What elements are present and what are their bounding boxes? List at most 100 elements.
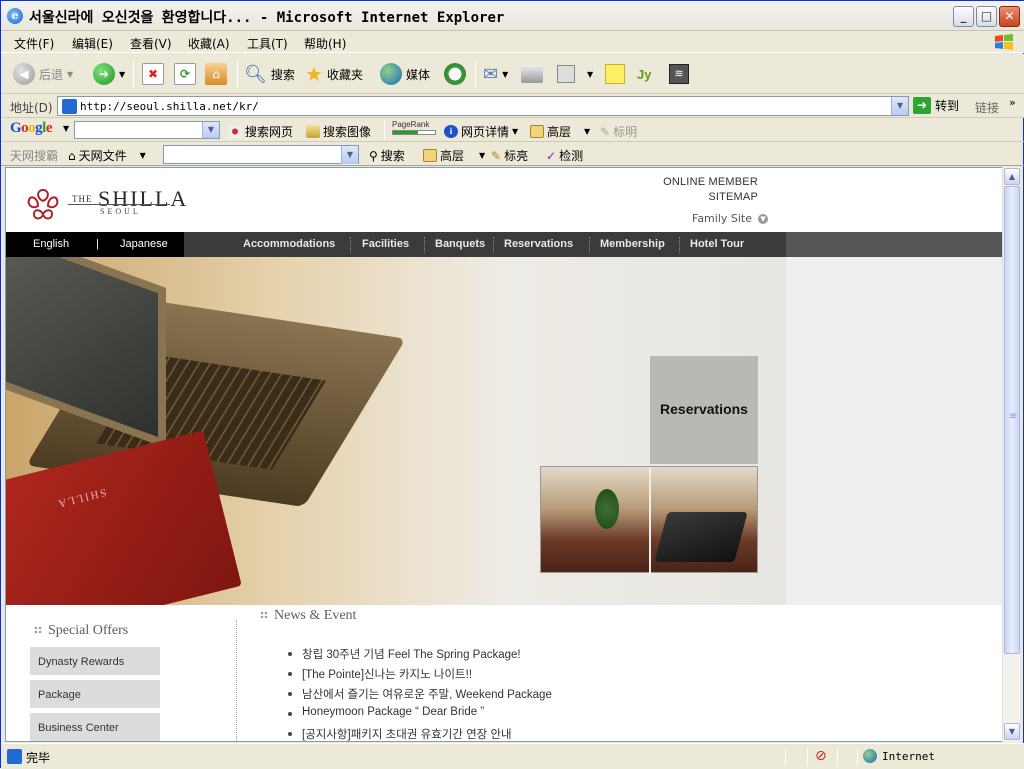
- back-arrow-icon: ◀: [13, 63, 35, 85]
- forward-dropdown-icon[interactable]: ▼: [119, 70, 125, 79]
- menu-view[interactable]: 查看(V): [130, 35, 172, 52]
- edit-button[interactable]: ▼: [557, 62, 593, 86]
- media-button[interactable]: 媒体: [380, 62, 430, 86]
- scroll-up-arrow-icon[interactable]: ▲: [1004, 168, 1020, 185]
- maximize-button[interactable]: □: [976, 6, 997, 27]
- research-button[interactable]: ≋: [669, 62, 689, 86]
- ie-icon: e: [7, 8, 23, 24]
- lang-japanese[interactable]: Japanese: [120, 238, 168, 250]
- stop-button[interactable]: ✖: [142, 62, 164, 86]
- research-icon: ≋: [669, 64, 689, 84]
- chevron-down-icon: ▼: [758, 213, 769, 224]
- address-dropdown-icon[interactable]: ▼: [891, 97, 908, 115]
- highlight-button[interactable]: ✎ 标明: [600, 123, 637, 140]
- notes-button[interactable]: [605, 62, 625, 86]
- address-url[interactable]: http://seoul.shilla.net/kr/: [80, 100, 259, 113]
- toolbar-separator: [384, 120, 385, 140]
- nav-facilities[interactable]: Facilities: [362, 238, 409, 250]
- back-button[interactable]: ◀ 后退 ▼: [13, 62, 73, 86]
- offer-business-center[interactable]: Business Center: [30, 713, 160, 741]
- menu-favorites[interactable]: 收藏(A): [188, 35, 230, 52]
- mail-envelope-icon: ✉: [483, 63, 499, 85]
- tianwang-check-label: 检测: [559, 149, 584, 163]
- google-logo[interactable]: Google: [10, 120, 53, 137]
- status-separator: [837, 748, 838, 766]
- links-chevron-icon[interactable]: »: [1009, 96, 1016, 109]
- news-item[interactable]: [공지사항]패키지 초대권 유효기간 연장 안내: [288, 726, 512, 741]
- menu-help[interactable]: 帮助(H): [304, 35, 346, 52]
- tianwang-files-dropdown-icon[interactable]: ▼: [140, 151, 146, 160]
- tianwang-search-button[interactable]: ⚲ 搜索: [369, 147, 405, 164]
- mail-button[interactable]: ✉ ▼: [483, 62, 508, 86]
- shilla-flower-logo-icon[interactable]: [22, 184, 64, 222]
- title-bar[interactable]: e 서울신라에 오신것을 환영합니다... - Microsoft Intern…: [1, 1, 1024, 31]
- tianwang-check-button[interactable]: ✓ 检测: [546, 147, 583, 164]
- news-title: News & Event: [274, 608, 357, 623]
- vertical-scrollbar[interactable]: ▲ ▼: [1002, 167, 1020, 742]
- google-search-dropdown-icon[interactable]: ▼: [202, 122, 219, 138]
- reservations-feature[interactable]: Reservations: [650, 356, 758, 464]
- pagerank-meter[interactable]: PageRank: [392, 120, 436, 135]
- links-label[interactable]: 链接: [975, 99, 999, 116]
- menu-file[interactable]: 文件(F): [14, 35, 54, 52]
- close-button[interactable]: ✕: [999, 6, 1020, 27]
- minimize-button[interactable]: _: [953, 6, 974, 27]
- news-item[interactable]: [The Pointe]신나는 카지노 나이트!!: [287, 666, 472, 682]
- nav-accommodations[interactable]: Accommodations: [243, 238, 335, 250]
- address-input[interactable]: http://seoul.shilla.net/kr/ ▼: [57, 96, 909, 116]
- refresh-button[interactable]: ⟳: [174, 62, 196, 86]
- tianwang-search-input[interactable]: ▼: [163, 145, 359, 164]
- nav-hotel-tour[interactable]: Hotel Tour: [690, 238, 744, 250]
- tianwang-search-dropdown-icon[interactable]: ▼: [341, 146, 358, 164]
- sitemap-link[interactable]: SITEMAP: [708, 191, 758, 203]
- offer-package[interactable]: Package: [30, 680, 160, 708]
- nav-membership[interactable]: Membership: [600, 238, 665, 250]
- back-dropdown-icon[interactable]: ▼: [67, 70, 73, 79]
- history-button[interactable]: [444, 62, 466, 86]
- mail-dropdown-icon[interactable]: ▼: [502, 70, 508, 79]
- search-web-button[interactable]: 搜索网页: [228, 123, 293, 140]
- up-folder-icon: [423, 149, 437, 162]
- menu-edit[interactable]: 编辑(E): [72, 35, 113, 52]
- lobby-photo[interactable]: [540, 466, 758, 574]
- page-icon: [62, 99, 77, 114]
- home-button[interactable]: ⌂: [205, 62, 227, 86]
- google-search-input[interactable]: ▼: [74, 121, 220, 139]
- photo-divider: [649, 467, 651, 574]
- offer-dynasty-rewards[interactable]: Dynasty Rewards: [30, 647, 160, 675]
- online-member-link[interactable]: ONLINE MEMBER: [663, 176, 758, 188]
- menu-tools[interactable]: 工具(T): [247, 35, 288, 52]
- security-zone[interactable]: Internet: [863, 749, 935, 763]
- up-button[interactable]: 高层 ▼: [530, 123, 590, 140]
- news-item[interactable]: Honeymoon Package “ Dear Bride ”: [287, 706, 484, 718]
- page-info-dropdown-icon[interactable]: ▼: [512, 127, 518, 136]
- news-item[interactable]: 남산에서 즐기는 여유로운 주말, Weekend Package: [288, 686, 552, 702]
- forward-button[interactable]: ➜ ▼: [93, 62, 125, 86]
- favorites-button[interactable]: ★ 收藏夹: [305, 62, 363, 86]
- nav-reservations[interactable]: Reservations: [504, 238, 573, 250]
- news-item[interactable]: 창립 30주년 기념 Feel The Spring Package!: [288, 646, 521, 662]
- google-menu-dropdown-icon[interactable]: ▼: [63, 124, 69, 133]
- lang-english[interactable]: English: [33, 238, 69, 250]
- family-site-select[interactable]: Family Site ▼: [692, 212, 769, 225]
- edit-dropdown-icon[interactable]: ▼: [587, 70, 593, 79]
- scroll-thumb[interactable]: [1004, 186, 1020, 654]
- print-button[interactable]: [521, 62, 543, 86]
- piano-image: [654, 512, 748, 562]
- page-info-button[interactable]: i 网页详情 ▼: [444, 123, 518, 140]
- tianwang-files-button[interactable]: ⌂ 天网文件 ▼: [68, 147, 146, 164]
- scroll-down-arrow-icon[interactable]: ▼: [1004, 723, 1020, 740]
- search-images-button[interactable]: 搜索图像: [306, 123, 371, 140]
- popup-blocker-icon[interactable]: ⊘: [815, 748, 827, 764]
- status-text: 完毕: [26, 751, 51, 765]
- plant-image: [595, 489, 619, 529]
- go-button[interactable]: ➜ 转到: [913, 97, 959, 114]
- special-offers-title: Special Offers: [48, 623, 129, 638]
- nav-banquets[interactable]: Banquets: [435, 238, 485, 250]
- tianwang-highlight-button[interactable]: ✎ 标亮: [491, 147, 528, 164]
- tianwang-up-button[interactable]: 高层 ▼: [423, 147, 485, 164]
- tianwang-up-dropdown-icon[interactable]: ▼: [479, 151, 485, 160]
- up-dropdown-icon[interactable]: ▼: [584, 127, 590, 136]
- messenger-button[interactable]: Jy: [637, 62, 651, 86]
- search-button[interactable]: 🔍︎ 搜索: [244, 62, 295, 86]
